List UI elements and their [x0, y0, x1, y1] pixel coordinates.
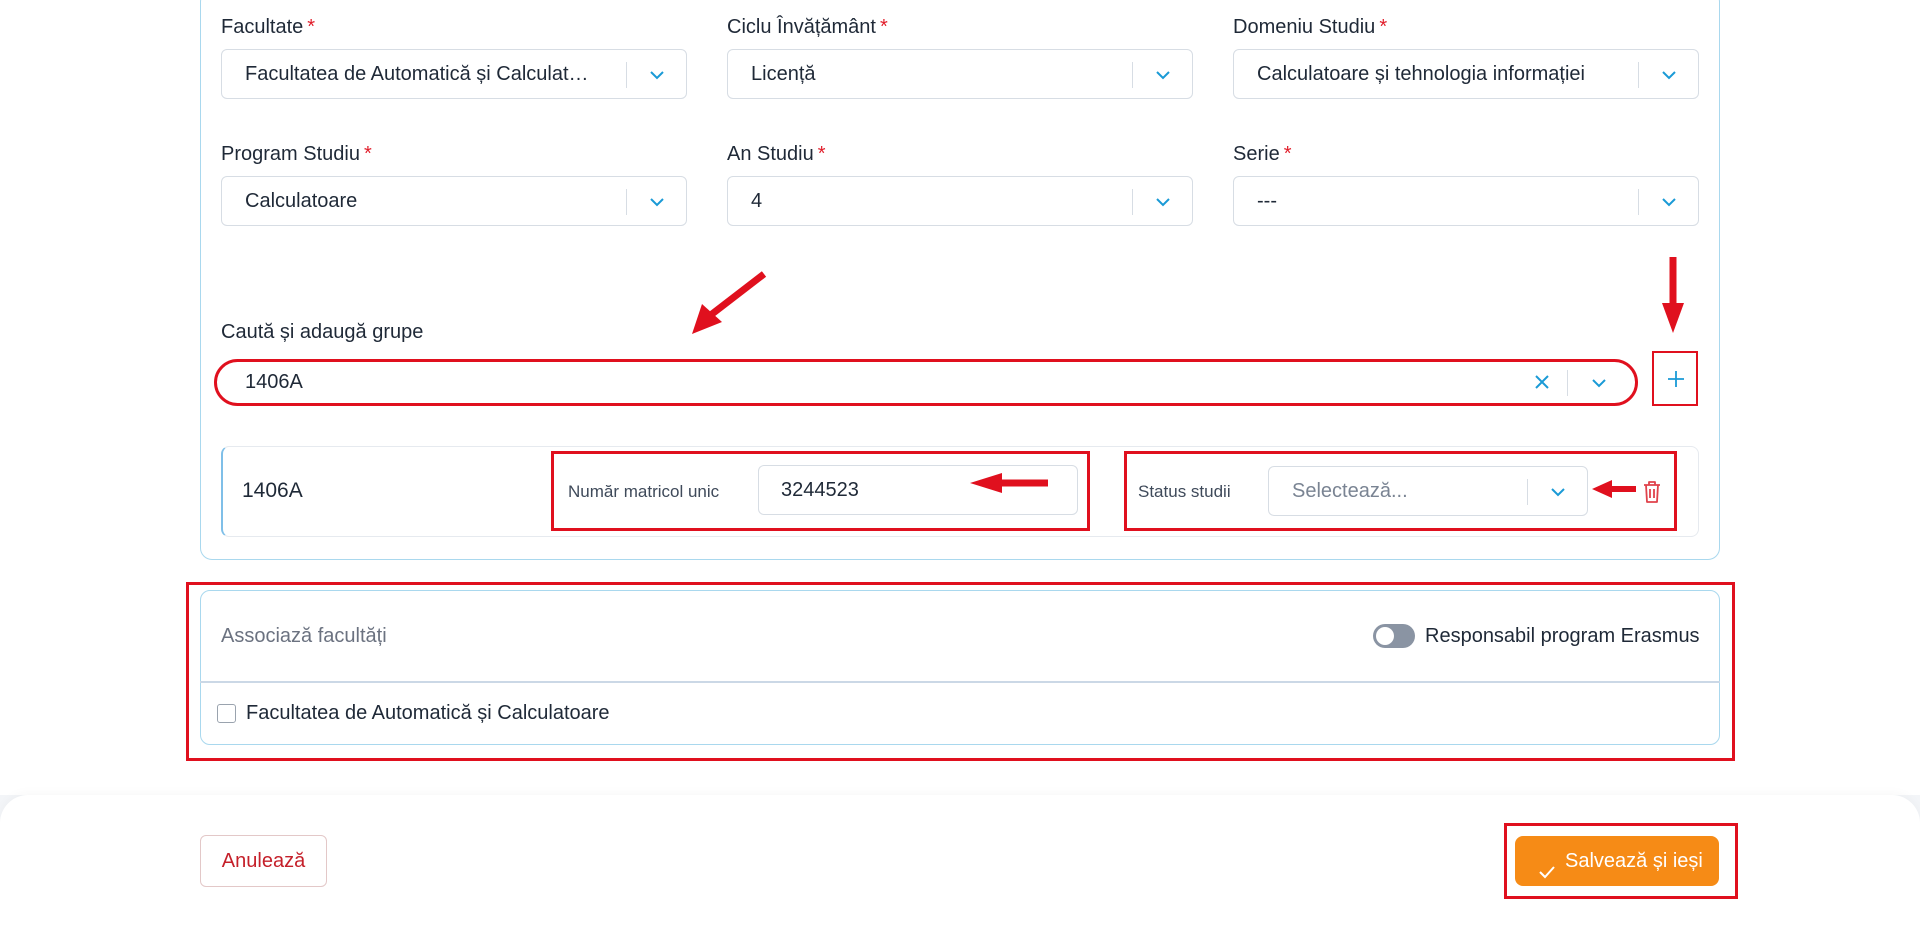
chevron-down-icon[interactable]	[1659, 192, 1679, 212]
annotation-arrow	[970, 473, 1048, 493]
annotation-arrow	[1592, 480, 1636, 498]
faculty-checkbox-label: Facultatea de Automatică și Calculatoare	[246, 702, 610, 724]
ciclu-label: Ciclu Învățământ *	[727, 16, 888, 38]
chevron-down-icon[interactable]	[647, 65, 667, 85]
an-label: An Studiu *	[727, 143, 826, 165]
erasmus-label: Responsabil program Erasmus	[1425, 625, 1700, 647]
program-label: Program Studiu *	[221, 143, 372, 165]
program-select[interactable]: Calculatoare	[221, 176, 687, 226]
faculty-checkbox[interactable]	[217, 704, 236, 723]
annotation-arrow	[1662, 257, 1684, 333]
matricol-value: 3244523	[781, 479, 859, 501]
divider	[200, 681, 1720, 683]
trash-icon[interactable]	[1640, 479, 1664, 505]
chevron-down-icon[interactable]	[1659, 65, 1679, 85]
save-button-label: Salvează și ieși	[1565, 850, 1703, 872]
facultate-select[interactable]: Facultatea de Automatică și Calculato...	[221, 49, 687, 99]
an-value: 4	[751, 190, 763, 212]
domeniu-value: Calculatoare și tehnologia informației	[1257, 63, 1585, 85]
an-select[interactable]: 4	[727, 176, 1193, 226]
ciclu-select[interactable]: Licență	[727, 49, 1193, 99]
status-select[interactable]: Selectează...	[1268, 466, 1588, 516]
chevron-down-icon[interactable]	[1548, 482, 1568, 502]
erasmus-toggle[interactable]	[1373, 624, 1415, 648]
check-icon	[1537, 851, 1557, 879]
group-search-select[interactable]: 1406A	[214, 359, 1638, 406]
facultate-label: Facultate *	[221, 16, 316, 38]
domeniu-label: Domeniu Studiu *	[1233, 16, 1388, 38]
chevron-down-icon[interactable]	[647, 192, 667, 212]
matricol-label: Număr matricol unic	[568, 482, 720, 501]
chevron-down-icon[interactable]	[1589, 373, 1609, 393]
domeniu-select[interactable]: Calculatoare și tehnologia informației	[1233, 49, 1699, 99]
serie-select[interactable]: ---	[1233, 176, 1699, 226]
status-label: Status studii	[1138, 482, 1231, 501]
add-group-button[interactable]	[1652, 351, 1698, 406]
chevron-down-icon[interactable]	[1153, 65, 1173, 85]
cancel-button[interactable]: Anulează	[200, 835, 327, 887]
group-row-name: 1406A	[242, 479, 303, 502]
group-search-value: 1406A	[245, 371, 303, 393]
plus-icon	[1666, 369, 1686, 389]
save-and-exit-button[interactable]: Salvează și ieși	[1515, 836, 1719, 886]
group-search-label: Caută și adaugă grupe	[221, 321, 424, 343]
program-value: Calculatoare	[245, 190, 358, 212]
serie-value: ---	[1257, 190, 1277, 212]
chevron-down-icon[interactable]	[1153, 192, 1173, 212]
assoc-title: Associază facultăți	[221, 625, 387, 647]
annotation-arrow	[692, 271, 767, 334]
serie-label: Serie *	[1233, 143, 1292, 165]
status-placeholder: Selectează...	[1292, 480, 1408, 502]
close-icon[interactable]	[1532, 372, 1552, 392]
facultate-value: Facultatea de Automatică și Calculato...	[245, 63, 595, 85]
toggle-knob	[1376, 627, 1394, 645]
ciclu-value: Licență	[751, 63, 816, 85]
